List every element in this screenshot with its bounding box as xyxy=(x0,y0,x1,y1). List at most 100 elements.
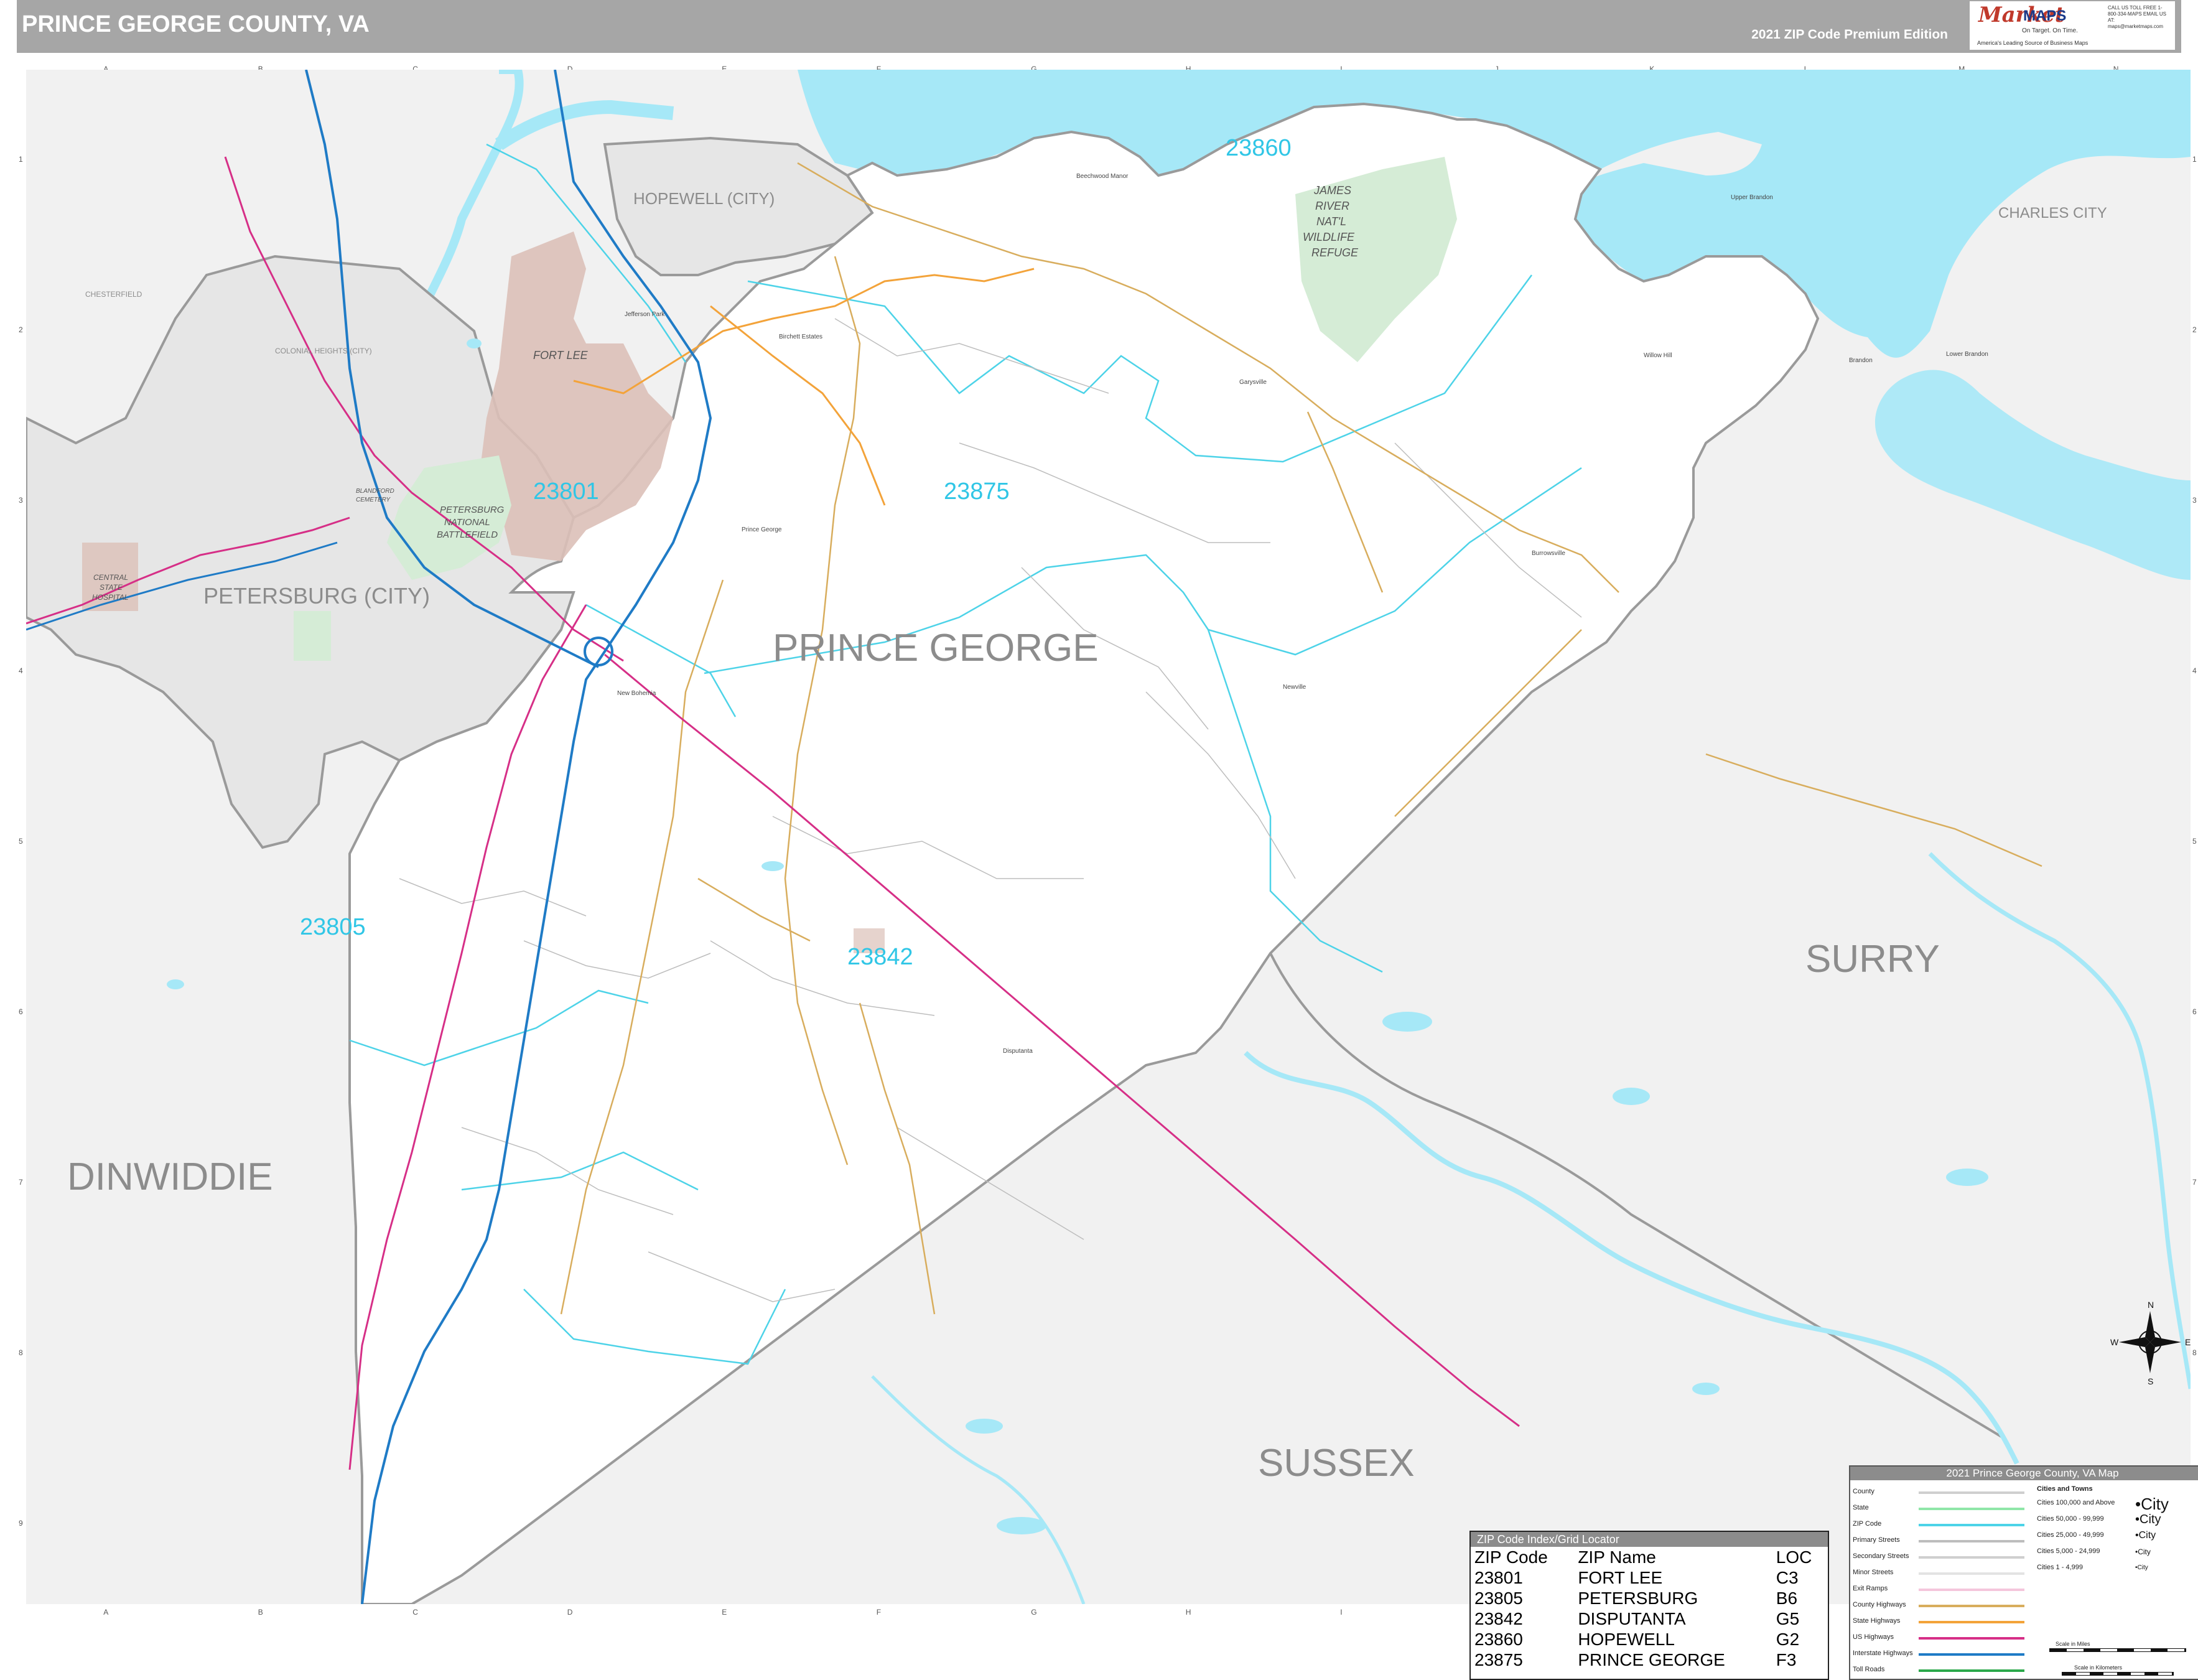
zip-code-cell: 23860 xyxy=(1474,1630,1523,1649)
legend-city-sample: •City xyxy=(2135,1495,2169,1513)
table-row: 23842 DISPUTANTA G5 xyxy=(1471,1608,1828,1629)
legend-item-label: State Highways xyxy=(1853,1617,1901,1625)
place-birchett-estates: Birchett Estates xyxy=(779,334,822,340)
logo-subline: America's Leading Source of Business Map… xyxy=(1977,40,2089,46)
grid-column-label: I xyxy=(1340,1608,1343,1617)
legend-item-label: County xyxy=(1853,1488,1874,1495)
zip-index-header: ZIP Name xyxy=(1578,1547,1656,1567)
hospital-label-1: CENTRAL xyxy=(93,573,128,582)
zip-code-cell: 23875 xyxy=(1474,1650,1523,1669)
legend-city-sample: •City xyxy=(2135,1513,2161,1526)
legend-cities-heading: Cities and Towns xyxy=(2037,1485,2093,1493)
legend-city-range: Cities 5,000 - 24,999 xyxy=(2037,1547,2100,1555)
logo-contact: CALL US TOLL FREE 1-800-334-MAPS EMAIL U… xyxy=(2108,5,2166,29)
zip-loc-cell: G5 xyxy=(1776,1609,1800,1628)
battlefield-label-3: BATTLEFIELD xyxy=(437,530,498,540)
legend-city-sample: •City xyxy=(2135,1547,2151,1556)
place-newville: Newville xyxy=(1283,684,1306,691)
legend-item-swatch xyxy=(1919,1491,2024,1494)
grid-column-label: C xyxy=(412,1608,418,1617)
legend-item-label: Exit Ramps xyxy=(1853,1585,1888,1592)
legend-item-swatch xyxy=(1919,1556,2024,1559)
zip-name-cell: HOPEWELL xyxy=(1578,1630,1675,1649)
edition-label: 2021 ZIP Code Premium Edition xyxy=(1751,27,1948,42)
legend-item-swatch xyxy=(1919,1653,2024,1656)
map-legend: 2021 Prince George County, VA Map County… xyxy=(1849,1465,2198,1680)
legend-city-sample: •City xyxy=(2135,1530,2156,1541)
scale-miles-label: Scale in Miles xyxy=(2056,1641,2090,1647)
legend-item-swatch xyxy=(1919,1637,2024,1640)
map-frame: N E S W PRINCE GEORGE DINWIDDIE SURRY SU… xyxy=(26,70,2198,1680)
legend-item-swatch xyxy=(1919,1669,2024,1672)
table-row: 23801 FORT LEE C3 xyxy=(1471,1567,1828,1588)
zip-name-cell: FORT LEE xyxy=(1578,1568,1663,1587)
refuge-label-1: JAMES xyxy=(1313,184,1351,197)
grid-row-label: 8 xyxy=(2192,1348,2197,1357)
legend-item-swatch xyxy=(1919,1605,2024,1607)
grid-column-label: F xyxy=(876,1608,882,1617)
grid-row-label: 7 xyxy=(2192,1178,2197,1187)
place-prince-george: Prince George xyxy=(742,526,782,533)
grid-row-label: 1 xyxy=(2192,155,2197,164)
place-brandon: Brandon xyxy=(1849,357,1873,364)
place-upper-brandon: Upper Brandon xyxy=(1731,194,1773,201)
neighbor-surry: SURRY xyxy=(1805,938,1940,981)
legend-city-range: Cities 1 - 4,999 xyxy=(2037,1564,2083,1571)
legend-city-range: Cities 25,000 - 49,999 xyxy=(2037,1531,2104,1539)
legend-item-label: Primary Streets xyxy=(1853,1536,1900,1544)
legend-city-range: Cities 50,000 - 99,999 xyxy=(2037,1515,2104,1523)
legend-title: 2021 Prince George County, VA Map xyxy=(1850,1467,2198,1480)
logo-tagline: On Target. On Time. xyxy=(2022,27,2078,34)
grid-row-label: 7 xyxy=(19,1178,23,1187)
grid-row-label: 4 xyxy=(2192,666,2197,675)
place-willow-hill: Willow Hill xyxy=(1644,352,1672,359)
grid-column-label: H xyxy=(1185,1608,1191,1617)
place-jefferson-park: Jefferson Park xyxy=(625,311,665,318)
grid-row-label: 6 xyxy=(19,1007,23,1016)
legend-city-range: Cities 100,000 and Above xyxy=(2037,1499,2115,1506)
zip-code-cell: 23801 xyxy=(1474,1568,1523,1587)
compass-w: W xyxy=(2110,1337,2119,1347)
refuge-label-4: WILDLIFE xyxy=(1303,231,1355,243)
grid-row-label: 8 xyxy=(19,1348,23,1357)
zip-23842: 23842 xyxy=(847,944,913,970)
market-maps-logo: Market MAPS On Target. On Time. America'… xyxy=(1970,1,2175,50)
cemetery-label-1: BLANDFORD xyxy=(356,488,394,495)
compass-n: N xyxy=(2148,1300,2154,1310)
grid-row-label: 2 xyxy=(2192,325,2197,334)
zip-name-cell: DISPUTANTA xyxy=(1578,1609,1686,1628)
grid-row-label: 3 xyxy=(2192,496,2197,505)
refuge-label-5: REFUGE xyxy=(1311,246,1359,259)
place-new-bohemia: New Bohemia xyxy=(617,690,656,697)
legend-item-swatch xyxy=(1919,1572,2024,1575)
zip-23860: 23860 xyxy=(1226,135,1292,161)
zip-index-grid: ZIP Code ZIP Name LOC 23801 FORT LEE C3 … xyxy=(1471,1547,1828,1670)
zip-index-header-row: ZIP Code ZIP Name LOC xyxy=(1471,1547,1828,1567)
place-beechwood-manor: Beechwood Manor xyxy=(1076,173,1129,180)
zip-loc-cell: G2 xyxy=(1776,1630,1800,1649)
legend-item-swatch xyxy=(1919,1621,2024,1623)
zip-loc-cell: C3 xyxy=(1776,1568,1799,1587)
zip-name-cell: PRINCE GEORGE xyxy=(1578,1650,1725,1669)
logo-brand-maps: MAPS xyxy=(2023,7,2067,24)
refuge-label-3: NAT'L xyxy=(1316,215,1346,228)
compass-s: S xyxy=(2148,1376,2153,1386)
grid-row-label: 5 xyxy=(19,837,23,846)
legend-item-swatch xyxy=(1919,1524,2024,1526)
grid-row-label: 3 xyxy=(19,496,23,505)
legend-item-label: Secondary Streets xyxy=(1853,1552,1909,1560)
compass-e: E xyxy=(2185,1337,2191,1347)
table-row: 23805 PETERSBURG B6 xyxy=(1471,1588,1828,1608)
grid-row-label: 9 xyxy=(19,1519,23,1528)
neighbor-petersburg: PETERSBURG (CITY) xyxy=(203,583,430,609)
zip-index-header: ZIP Code xyxy=(1474,1547,1548,1567)
neighbor-colonial-heights: COLONIAL HEIGHTS (CITY) xyxy=(275,347,372,355)
park-patch xyxy=(294,611,331,661)
table-row: 23875 PRINCE GEORGE F3 xyxy=(1471,1650,1828,1670)
legend-item-label: Interstate Highways xyxy=(1853,1650,1913,1657)
place-burrowsville: Burrowsville xyxy=(1532,550,1565,557)
zip-23875: 23875 xyxy=(944,478,1010,505)
zip-name-cell: PETERSBURG xyxy=(1578,1589,1698,1608)
zip-23801: 23801 xyxy=(533,478,599,505)
battlefield-label-2: NATIONAL xyxy=(444,517,490,528)
